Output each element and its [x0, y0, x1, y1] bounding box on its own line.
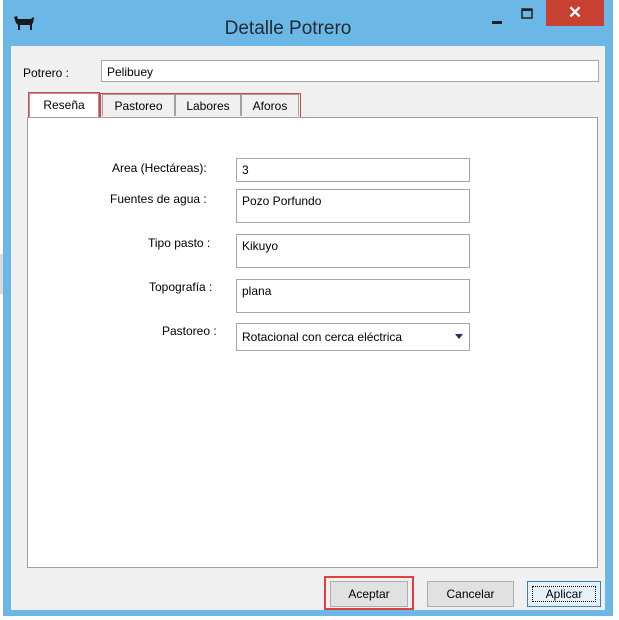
tipo-pasto-label: Tipo pasto : — [148, 236, 211, 250]
topografia-label: Topografía : — [149, 280, 213, 294]
minimize-icon[interactable] — [486, 10, 508, 30]
aplicar-button[interactable]: Aplicar — [527, 581, 601, 607]
resena-panel: Area (Hectáreas): 3 Fuentes de agua : Po… — [27, 117, 598, 568]
cancelar-button[interactable]: Cancelar — [427, 581, 514, 607]
potrero-label: Potrero : — [23, 66, 70, 80]
dropdown-arrow-icon[interactable] — [455, 334, 463, 339]
pastoreo-selected-value: Rotacional con cerca eléctrica — [242, 330, 403, 344]
area-label: Area (Hectáreas): — [112, 161, 207, 175]
focus-rectangle — [532, 586, 596, 602]
dialog-window: Detalle Potrero ✕ Potrero : Pelibuey Res… — [3, 0, 613, 616]
aceptar-button[interactable]: Aceptar — [330, 581, 408, 607]
maximize-icon[interactable] — [515, 4, 539, 24]
dialog-client-area: Potrero : Pelibuey Reseña Pastoreo Labor… — [11, 46, 605, 610]
pastoreo-label: Pastoreo : — [162, 324, 217, 338]
tipo-pasto-input[interactable]: Kikuyo — [236, 234, 470, 268]
area-input[interactable]: 3 — [236, 158, 470, 182]
close-button[interactable]: ✕ — [546, 0, 604, 26]
potrero-input[interactable]: Pelibuey — [101, 60, 599, 82]
close-icon: ✕ — [567, 3, 583, 22]
fuentes-agua-input[interactable]: Pozo Porfundo — [236, 189, 470, 223]
active-tab-highlight — [28, 92, 100, 119]
title-bar[interactable]: Detalle Potrero ✕ — [3, 0, 613, 46]
fuentes-agua-label: Fuentes de agua : — [110, 192, 207, 206]
topografia-input[interactable]: plana — [236, 279, 470, 313]
pastoreo-select[interactable]: Rotacional con cerca eléctrica — [236, 323, 470, 351]
tabs-highlight — [100, 93, 301, 119]
